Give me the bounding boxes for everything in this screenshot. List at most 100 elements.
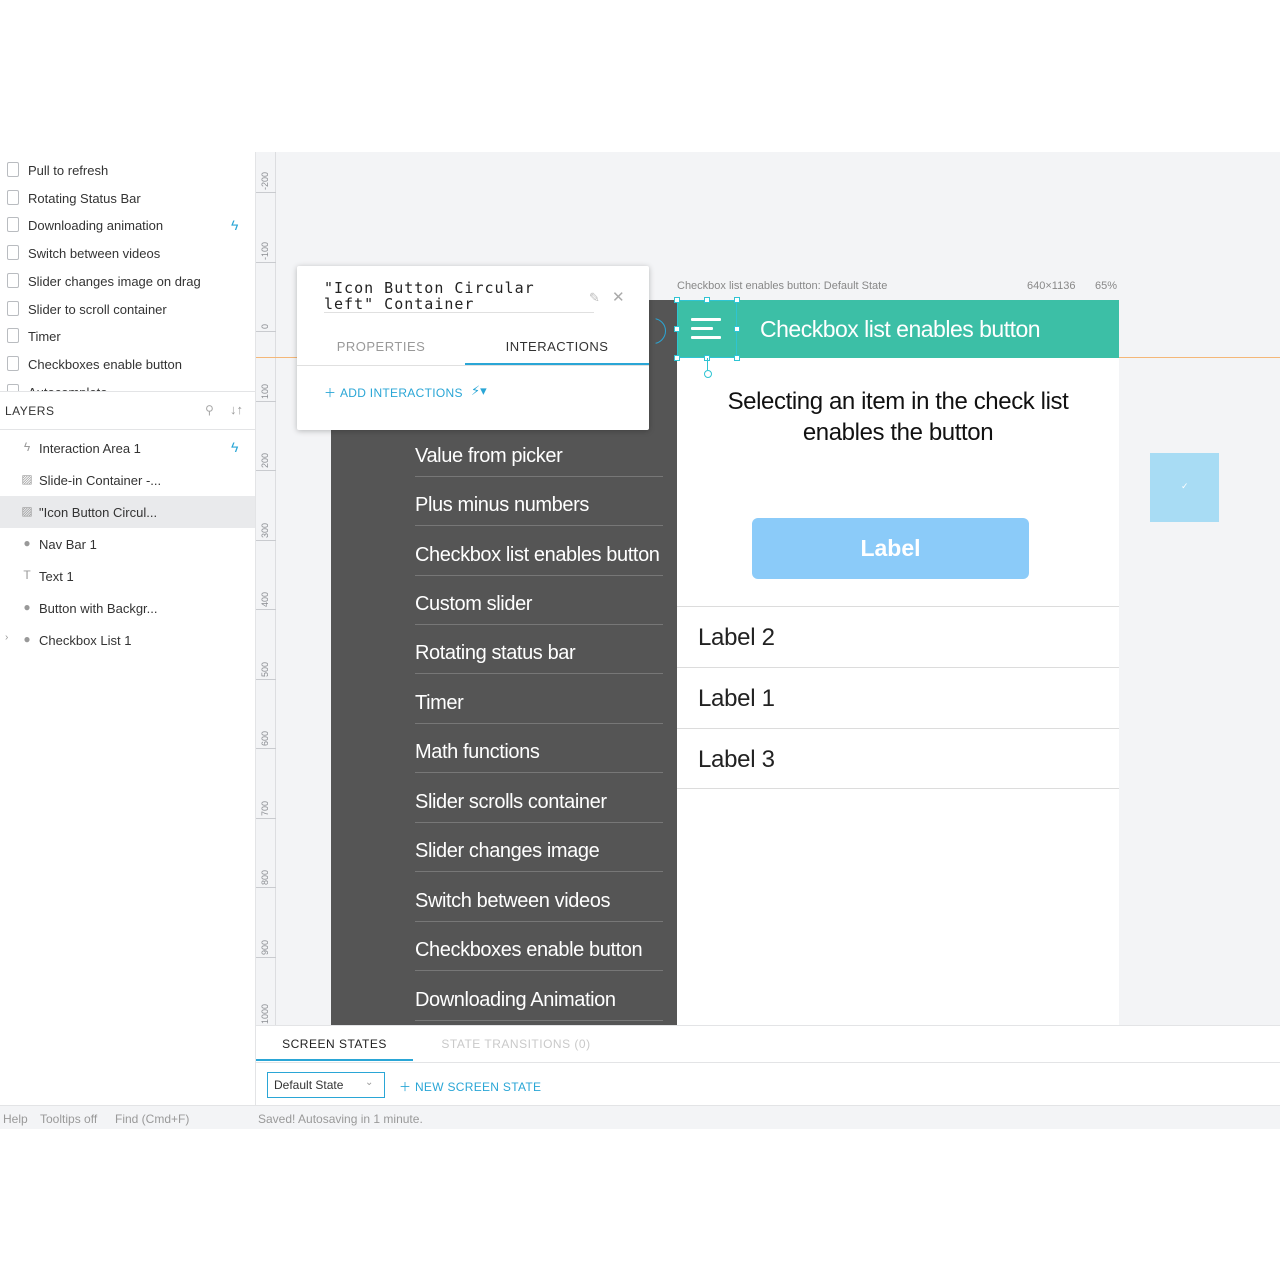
tab-screen-states[interactable]: SCREEN STATES — [256, 1026, 413, 1061]
checkbox[interactable] — [7, 189, 19, 205]
sort-icon[interactable]: ↓↑ — [230, 402, 243, 417]
ruler-tick — [256, 470, 276, 471]
layer-item[interactable]: › ● Checkbox List 1 — [0, 624, 255, 656]
selection-box — [677, 300, 737, 358]
layer-item-label: Text 1 — [39, 569, 74, 584]
screen-item[interactable]: Pull to refresh — [0, 157, 255, 184]
plus-icon: ＋ — [324, 386, 340, 400]
edit-icon[interactable]: ✎ — [589, 290, 600, 306]
artboard[interactable]: Checkbox list enables button Selecting a… — [677, 300, 1119, 1025]
checkbox[interactable] — [7, 355, 19, 371]
checkbox[interactable] — [7, 245, 19, 261]
find-link[interactable]: Find (Cmd+F) — [115, 1112, 189, 1126]
menu-item[interactable]: Slider changes image — [415, 823, 663, 872]
layer-item[interactable]: ▨ "Icon Button Circul... — [0, 496, 255, 528]
menu-item[interactable]: Switch between videos — [415, 872, 663, 922]
ruler-label: 400 — [260, 591, 270, 607]
new-screen-state-button[interactable]: ＋ NEW SCREEN STATE — [399, 1078, 541, 1095]
screen-item-label: Timer — [28, 329, 61, 345]
screen-item-label: Checkboxes enable button — [28, 356, 182, 372]
tab-properties[interactable]: PROPERTIES — [297, 328, 465, 365]
layer-item[interactable]: ● Button with Backgr... — [0, 592, 255, 624]
add-interactions-button[interactable]: ＋ ADD INTERACTIONS — [324, 384, 463, 401]
ruler-label: 900 — [260, 939, 270, 955]
checkbox[interactable] — [7, 162, 19, 177]
screen-state-select[interactable]: Default State ⌄ — [267, 1072, 385, 1098]
checklist-item[interactable]: Label 2 — [677, 606, 1119, 667]
rotation-handle[interactable] — [704, 370, 712, 378]
menu-item-label: Switch between videos — [415, 890, 611, 912]
menu-item[interactable]: Checkboxes enable button — [415, 922, 663, 971]
popup-title: "Icon Button Circular left" Container — [324, 279, 535, 313]
chevron-right-icon[interactable]: › — [5, 632, 8, 643]
artboard-title[interactable]: Checkbox list enables button: Default St… — [677, 280, 887, 292]
menu-item-label: Checkboxes enable button — [415, 939, 643, 961]
screen-item[interactable]: Rotating Status Bar — [0, 185, 255, 212]
screen-item[interactable]: Timer — [0, 323, 255, 350]
checkbox[interactable] — [7, 383, 19, 391]
menu-item[interactable]: Checkbox list enables button — [415, 526, 663, 576]
interaction-type-dropdown[interactable]: ⚡▾ — [471, 383, 487, 399]
menu-item[interactable]: Value from picker — [415, 428, 663, 477]
layer-item[interactable]: ▨ Slide-in Container -... — [0, 464, 255, 496]
layer-item[interactable]: T Text 1 — [0, 560, 255, 592]
menu-item-label: Value from picker — [415, 445, 563, 467]
menu-item[interactable]: Rotating status bar — [415, 625, 663, 674]
vertical-ruler: -200 -100 0 100 200 300 400 500 600 700 800 900 1000 — [256, 152, 276, 1027]
ruler-label: -200 — [260, 171, 270, 190]
screen-item[interactable]: Slider to scroll container — [0, 296, 255, 323]
ruler-label: 500 — [260, 661, 270, 677]
help-link[interactable]: Help — [3, 1112, 28, 1126]
menu-item[interactable]: Plus minus numbers — [415, 477, 663, 526]
label-button[interactable]: Label — [752, 518, 1029, 579]
apple-icon: ● — [23, 632, 31, 646]
ruler-tick — [256, 678, 276, 680]
selection-handle[interactable] — [704, 297, 710, 303]
tab-state-transitions[interactable]: STATE TRANSITIONS (0) — [426, 1026, 606, 1061]
menu-item[interactable]: Slider scrolls container — [415, 773, 663, 823]
selection-handle[interactable] — [734, 355, 740, 361]
selection-handle[interactable] — [734, 326, 740, 332]
prototyping-app: Pull to refresh Rotating Status Bar Downlo… — [0, 152, 1280, 1129]
selection-handle[interactable] — [674, 355, 680, 361]
checklist-item[interactable]: Label 3 — [677, 728, 1119, 789]
plus-icon: ＋ — [399, 1080, 415, 1094]
checklist-item[interactable]: Label 1 — [677, 667, 1119, 728]
screen-item[interactable]: Downloading animation ϟ — [0, 212, 255, 239]
menu-item[interactable]: Custom slider — [415, 576, 663, 625]
tooltips-toggle[interactable]: Tooltips off — [40, 1112, 97, 1126]
image-icon: ▨ — [21, 504, 33, 518]
checkbox[interactable] — [7, 328, 19, 344]
artboard-zoom[interactable]: 65% — [1095, 280, 1117, 292]
layer-item[interactable]: ϟ Interaction Area 1 ϟ — [0, 432, 255, 464]
selection-handle[interactable] — [674, 297, 680, 303]
menu-item-label: Slider changes image — [415, 840, 600, 862]
search-icon[interactable]: ⚲ — [205, 403, 214, 417]
interaction-area[interactable]: ✓ — [1150, 453, 1219, 522]
checkbox[interactable] — [7, 272, 19, 288]
layer-item[interactable]: ● Nav Bar 1 — [0, 528, 255, 560]
menu-item-label: Timer — [415, 692, 464, 714]
menu-item[interactable]: Math functions — [415, 724, 663, 773]
ruler-tick — [256, 539, 276, 541]
screen-item[interactable]: Autocomplete — [0, 379, 255, 391]
screen-item[interactable]: Switch between videos — [0, 240, 255, 267]
menu-item-label: Math functions — [415, 741, 540, 763]
screen-item[interactable]: Checkboxes enable button — [0, 351, 255, 378]
selection-handle[interactable] — [674, 326, 680, 332]
ruler-tick — [256, 331, 276, 332]
nav-bar[interactable]: Checkbox list enables button — [677, 300, 1119, 358]
menu-item[interactable]: Timer — [415, 674, 663, 724]
ruler-label: 0 — [260, 323, 270, 329]
checkbox[interactable] — [7, 217, 19, 233]
tab-interactions[interactable]: INTERACTIONS — [465, 328, 649, 365]
menu-item[interactable]: Downloading Animation — [415, 971, 663, 1021]
chevron-down-icon: ⌄ — [365, 1077, 374, 1088]
checkbox[interactable] — [7, 300, 19, 316]
screen-item[interactable]: Slider changes image on drag — [0, 268, 255, 295]
autosave-status: Saved! Autosaving in 1 minute. — [258, 1112, 423, 1126]
close-icon[interactable]: ✕ — [612, 288, 625, 306]
bolt-icon: ϟ — [231, 439, 239, 455]
selection-handle[interactable] — [734, 297, 740, 303]
checklist-item-label: Label 2 — [698, 624, 775, 651]
